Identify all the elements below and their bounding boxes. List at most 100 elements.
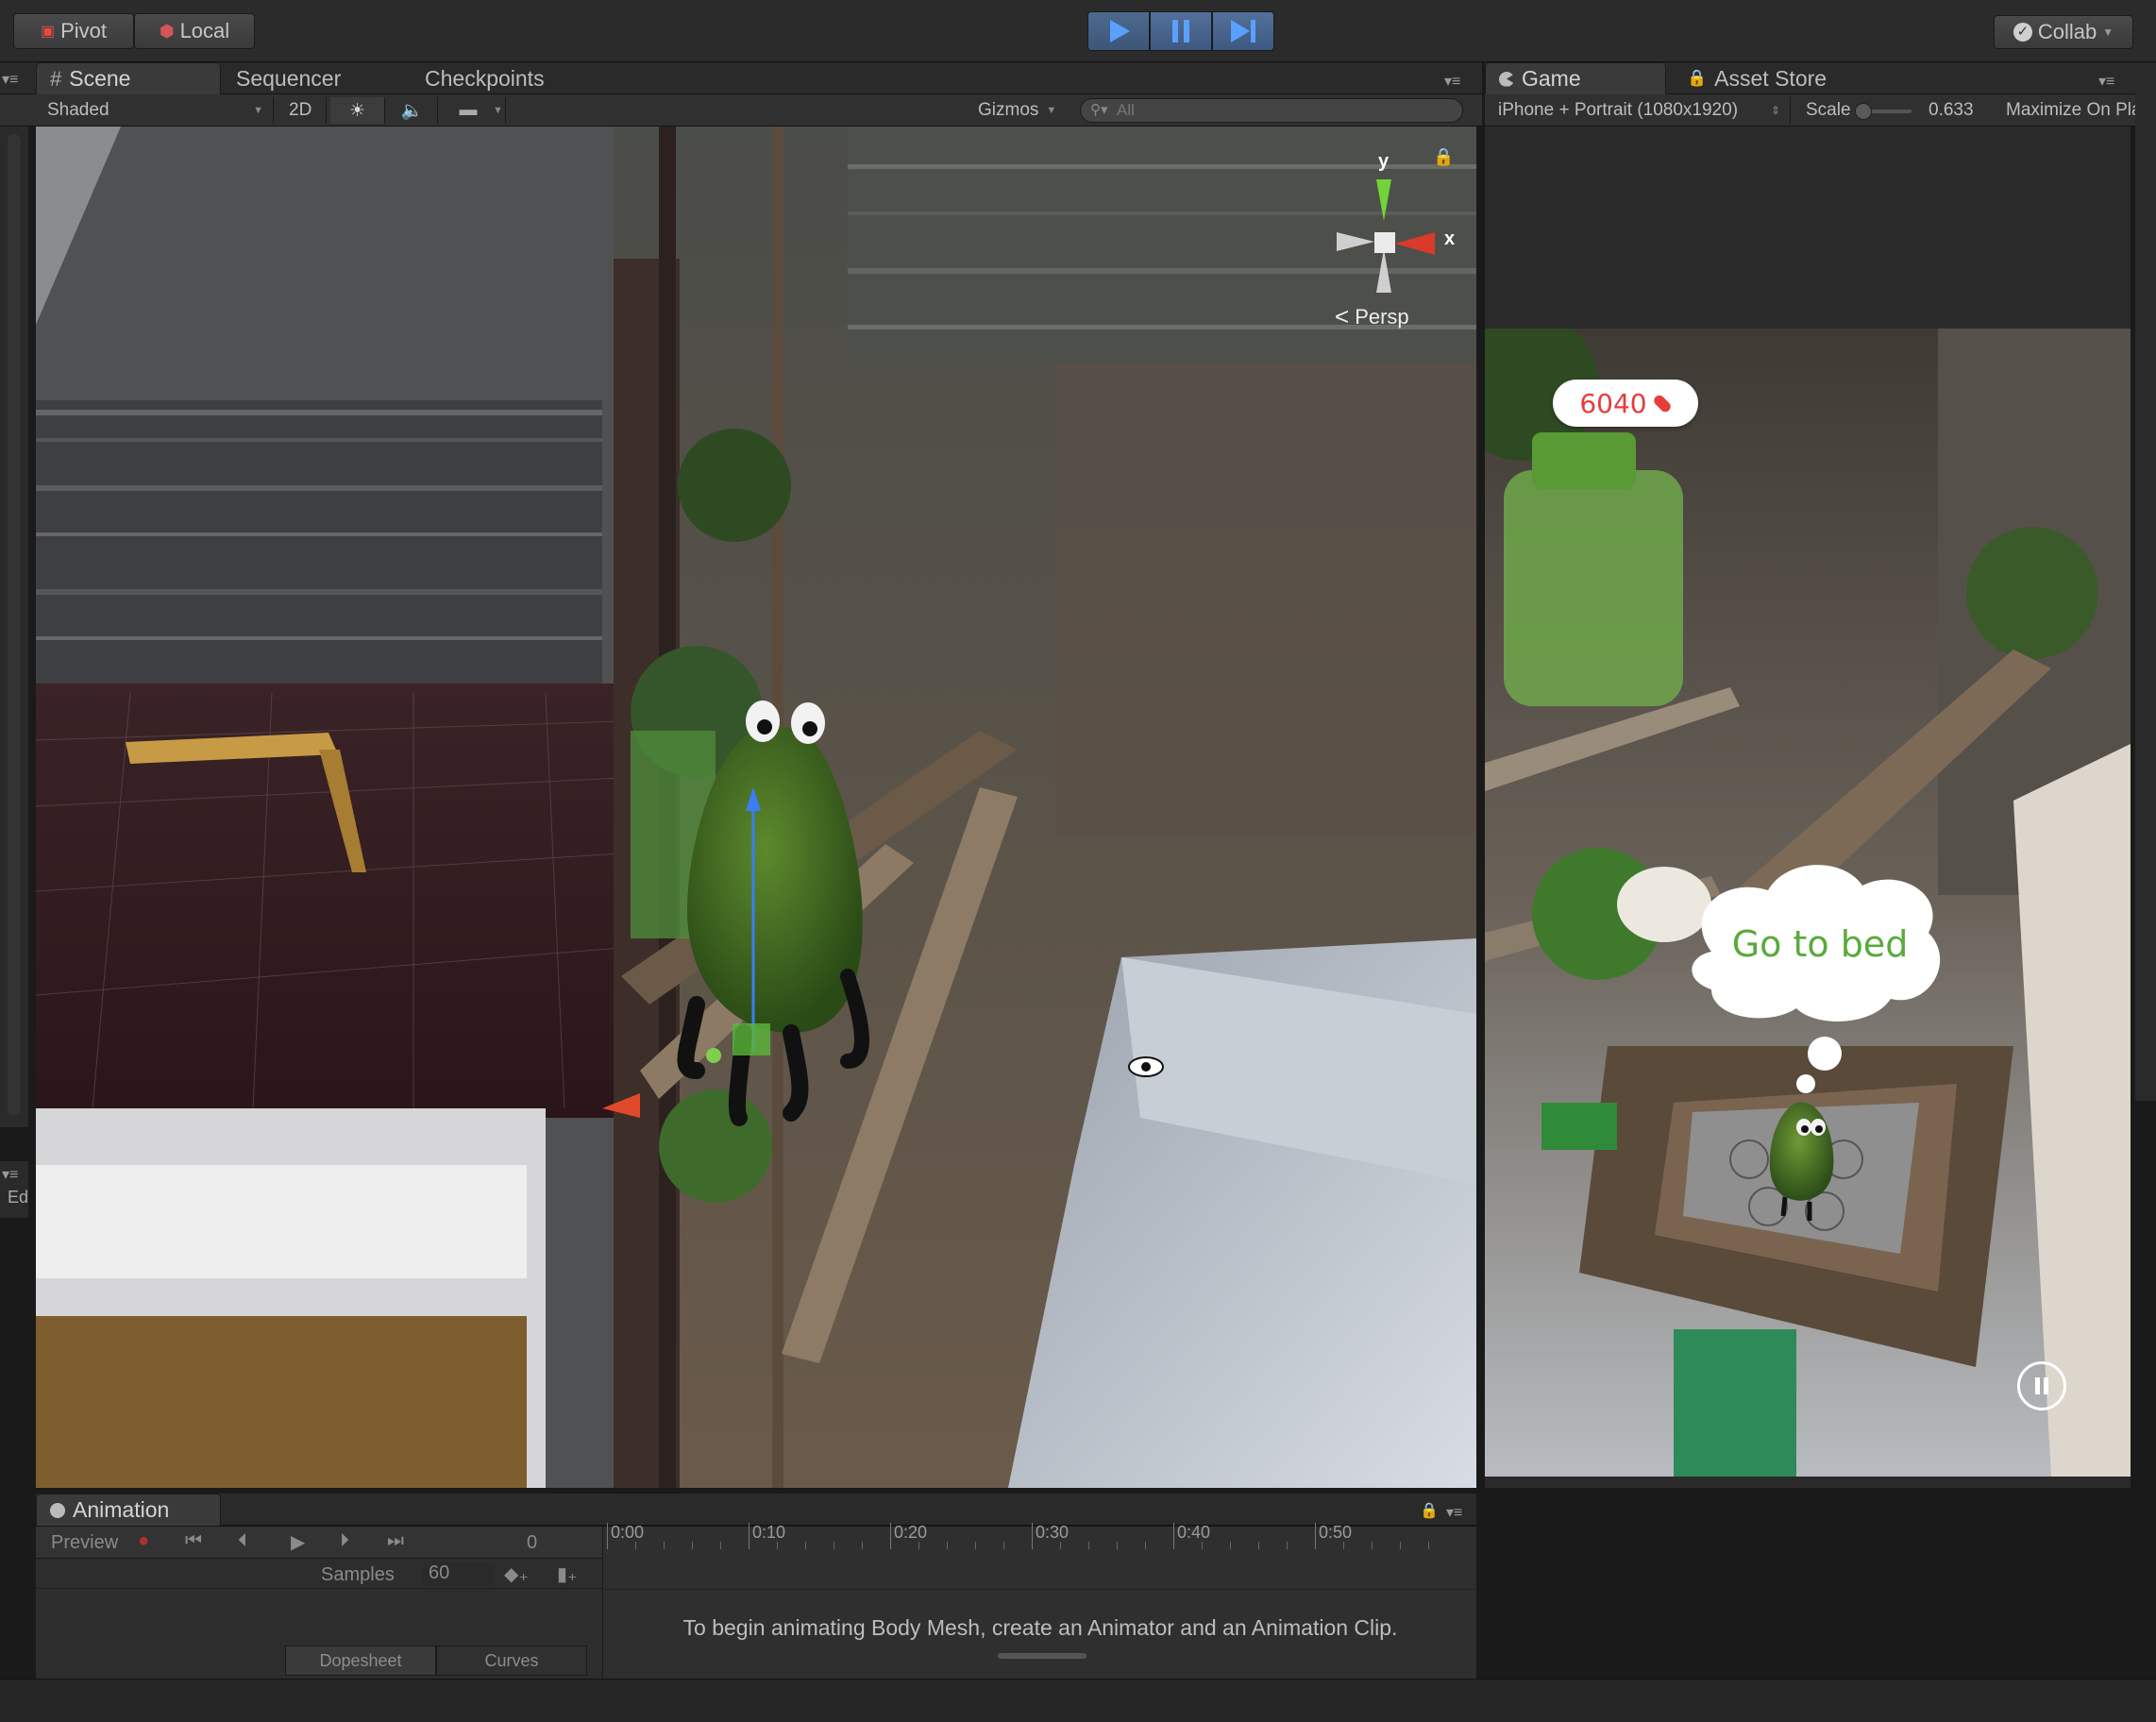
lighting-toggle[interactable]: ☀ <box>330 97 385 124</box>
game-pause-button[interactable] <box>2017 1361 2066 1410</box>
sun-icon: ☀ <box>348 100 366 121</box>
play-animation-icon[interactable]: ▶ <box>291 1530 305 1554</box>
toggle-2d-button[interactable]: 2D <box>279 97 327 124</box>
game-viewport[interactable]: 6040 Go to bed <box>1485 329 2131 1477</box>
lock-icon: 🔒 <box>1687 69 1708 87</box>
panel-menu-icon[interactable]: ▾≡ <box>2 1165 18 1184</box>
local-cube-icon: ⬢ <box>159 21 175 41</box>
scale-slider-thumb[interactable] <box>1854 103 1872 120</box>
toggle-2d-label: 2D <box>289 100 312 120</box>
timeline-minor-tick <box>1088 1542 1089 1549</box>
play-button[interactable] <box>1087 11 1150 51</box>
timeline-minor-tick <box>1003 1542 1004 1549</box>
audio-toggle[interactable]: 🔈 <box>387 97 438 124</box>
effects-dropdown[interactable]: ▼ <box>483 97 506 124</box>
add-keyframe-icon[interactable]: ◆₊ <box>504 1562 529 1586</box>
local-toggle-button[interactable]: ⬢ Local <box>134 13 255 49</box>
pause-button[interactable] <box>1150 11 1212 51</box>
add-event-icon[interactable]: ▮₊ <box>557 1562 578 1586</box>
step-icon <box>1231 20 1255 42</box>
timeline-minor-tick <box>1202 1542 1203 1549</box>
shading-mode-dropdown[interactable]: Shaded ▼ <box>38 97 274 124</box>
tab-animation[interactable]: Animation <box>36 1494 221 1526</box>
sidebar-scrollbar[interactable] <box>8 134 21 1116</box>
animation-message: To begin animating Body Mesh, create an … <box>682 1615 1398 1640</box>
game-panel-menu-icon[interactable]: ▾≡ <box>2098 72 2114 91</box>
timeline-minor-tick <box>1400 1542 1401 1549</box>
first-key-icon[interactable]: ⏮ <box>185 1530 202 1552</box>
tab-animation-label: Animation <box>73 1497 170 1522</box>
pivot-icon: ▣ <box>40 24 56 40</box>
maximize-on-play-toggle[interactable]: Maximize On Pla <box>1996 97 2156 124</box>
preview-toggle[interactable]: Preview <box>51 1532 118 1554</box>
step-button[interactable] <box>1212 11 1274 51</box>
search-placeholder: All <box>1117 101 1135 119</box>
samples-field[interactable]: 60 <box>423 1562 495 1585</box>
timeline-minor-tick <box>777 1542 778 1549</box>
tab-sequencer[interactable]: Sequencer <box>223 62 393 94</box>
timeline-minor-tick <box>664 1542 665 1549</box>
play-icon <box>1110 20 1130 42</box>
resolution-dropdown[interactable]: iPhone + Portrait (1080x1920) ⇕ <box>1489 97 1791 124</box>
tab-asset-store[interactable]: 🔒 Asset Store <box>1674 62 1862 94</box>
samples-row: Samples 60 ◆₊ ▮₊ <box>36 1561 602 1589</box>
axis-y-label: y <box>1378 151 1390 172</box>
next-key-icon[interactable]: ⏵ <box>340 1530 349 1552</box>
right-edge-strip <box>2135 62 2156 1101</box>
pill-icon <box>1651 393 1673 414</box>
main-toolbar: ▣ Pivot ⬢ Local ✓ Collab ▼ <box>0 0 2156 62</box>
collab-dropdown[interactable]: ✓ Collab ▼ <box>1994 15 2133 49</box>
timeline-minor-tick <box>862 1542 863 1549</box>
timeline-minor-tick <box>1230 1542 1231 1549</box>
persp-chevron-icon: < <box>1335 302 1350 330</box>
timeline-minor-tick <box>1145 1542 1146 1549</box>
persp-label: Persp <box>1355 304 1409 329</box>
chevron-down-icon: ▼ <box>253 105 263 116</box>
timeline-minor-tick <box>1372 1542 1373 1549</box>
record-icon[interactable]: ● <box>138 1530 149 1552</box>
timeline-scrollbar[interactable] <box>998 1653 1086 1659</box>
last-key-icon[interactable]: ⏭ <box>387 1530 404 1552</box>
grid-icon: # <box>50 66 62 91</box>
scale-slider-track[interactable] <box>1854 103 1912 120</box>
tab-checkpoints[interactable]: Checkpoints <box>412 62 600 94</box>
speaker-icon: 🔈 <box>400 101 424 121</box>
timeline-minor-tick <box>1428 1542 1429 1549</box>
pacman-icon <box>1499 71 1514 87</box>
prev-key-icon[interactable]: ⏴ <box>238 1530 247 1552</box>
lock-icon[interactable]: 🔒 <box>1433 147 1454 167</box>
gizmos-dropdown[interactable]: Gizmos ▼ <box>969 97 1067 124</box>
tab-scene-label: Scene <box>69 66 131 91</box>
scene-viewport[interactable]: y x 🔒 < Persp <box>36 127 1476 1488</box>
chevron-down-icon: ▼ <box>493 105 503 116</box>
timeline-minor-tick <box>1287 1542 1288 1549</box>
timeline-tick-label: 0:10 <box>752 1523 786 1542</box>
timeline-major-tick <box>1173 1523 1174 1549</box>
scale-value: 0.633 <box>1929 100 1974 120</box>
timeline-major-tick <box>1315 1523 1316 1549</box>
axis-x-label: x <box>1444 228 1456 249</box>
tab-game[interactable]: Game <box>1485 62 1666 94</box>
timeline-major-tick <box>607 1523 608 1549</box>
shading-mode-value: Shaded <box>47 100 109 120</box>
panel-menu-icon[interactable]: ▾≡ <box>2 70 18 89</box>
tab-scene[interactable]: # Scene <box>36 62 221 94</box>
search-icon: ⚲▾ <box>1090 102 1108 118</box>
left-sidebar-strip <box>0 127 28 1127</box>
current-frame-field[interactable]: 0 <box>527 1532 537 1554</box>
tab-curves[interactable]: Curves <box>436 1646 587 1676</box>
scene-panel-menu-icon[interactable]: ▾≡ <box>1444 72 1460 91</box>
scale-label: Scale <box>1806 100 1851 120</box>
perspective-toggle[interactable]: < Persp <box>1335 302 1409 331</box>
thought-bubble-text: Go to bed <box>1731 923 1909 965</box>
chevron-down-icon: ▼ <box>1046 105 1057 116</box>
scene-search-field[interactable]: ⚲▾ All <box>1080 98 1463 123</box>
tab-sequencer-label: Sequencer <box>236 65 342 91</box>
timeline-area[interactable]: 0:00 0:10 0:20 0:30 0:40 0:50 To begin animat… <box>602 1523 1477 1680</box>
updown-icon: ⇕ <box>1770 104 1780 117</box>
timeline-minor-tick <box>1117 1542 1118 1549</box>
game-tab-bar: Game 🔒 Asset Store ▾≡ <box>1485 62 2156 94</box>
timeline-tick-label: 0:50 <box>1319 1523 1353 1542</box>
tab-dopesheet[interactable]: Dopesheet <box>285 1646 436 1676</box>
pivot-toggle-button[interactable]: ▣ Pivot <box>13 13 134 49</box>
